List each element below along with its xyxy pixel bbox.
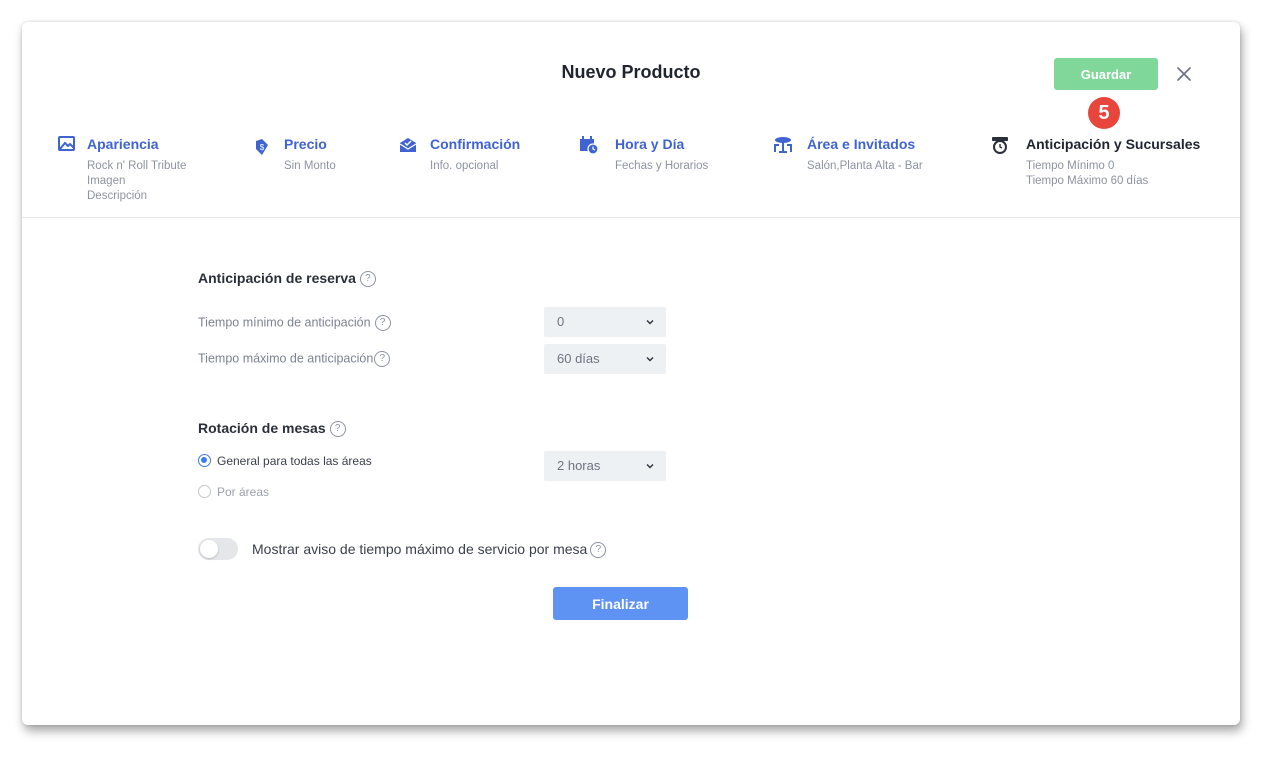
step-detail: Descripción	[87, 190, 148, 202]
table-chairs-icon	[774, 137, 792, 153]
price-tag-icon: $	[256, 139, 268, 155]
step-detail: Imagen	[87, 175, 126, 187]
calendar-clock-icon	[580, 136, 599, 155]
envelope-check-icon	[399, 138, 417, 152]
rotation-section-title: Rotación de mesas?	[198, 420, 346, 438]
rotation-time-select[interactable]: 2 horas	[544, 451, 666, 481]
step-detail: Salón,Planta Alta - Bar	[807, 160, 923, 172]
svg-text:$: $	[260, 143, 265, 152]
chevron-down-icon	[646, 357, 654, 362]
toggle-knob	[200, 540, 218, 558]
new-product-modal: Nuevo Producto Guardar 5 Apariencia Rock…	[22, 22, 1240, 725]
radio-por-areas-label: Por áreas	[217, 485, 270, 499]
max-advance-label: Tiempo máximo de anticipación?	[198, 351, 391, 367]
max-advance-select[interactable]: 60 días	[544, 344, 666, 374]
chevron-down-icon	[646, 320, 654, 325]
finish-button[interactable]: Finalizar	[553, 587, 688, 620]
help-icon[interactable]: ?	[329, 421, 346, 438]
step-detail: Fechas y Horarios	[615, 160, 709, 172]
min-advance-label: Tiempo mínimo de anticipación?	[198, 315, 391, 331]
step-detail: Sin Monto	[284, 160, 336, 172]
help-icon[interactable]: ?	[374, 351, 391, 367]
radio-general-label: General para todas las áreas	[217, 454, 372, 468]
step-detail: Info. opcional	[430, 160, 499, 172]
service-time-warning-toggle[interactable]	[198, 538, 238, 560]
chevron-down-icon	[646, 464, 654, 469]
step-detail: Tiempo Mínimo 0	[1026, 160, 1115, 172]
step-detail: Tiempo Máximo 60 días	[1026, 175, 1149, 187]
advance-section-title: Anticipación de reserva?	[198, 270, 376, 288]
help-icon[interactable]: ?	[590, 542, 607, 559]
image-icon	[58, 136, 75, 151]
step-detail: Rock n' Roll Tribute	[87, 160, 187, 172]
min-advance-select[interactable]: 0	[544, 307, 666, 337]
service-time-warning-label: Mostrar aviso de tiempo máximo de servic…	[252, 541, 607, 559]
wizard-steps: Apariencia Rock n' Roll Tribute Imagen D…	[22, 22, 1240, 218]
radio-general[interactable]	[198, 454, 211, 467]
alarm-clock-icon	[992, 137, 1008, 154]
radio-por-areas[interactable]	[198, 485, 211, 498]
help-icon[interactable]: ?	[359, 271, 376, 288]
help-icon[interactable]: ?	[374, 315, 391, 331]
